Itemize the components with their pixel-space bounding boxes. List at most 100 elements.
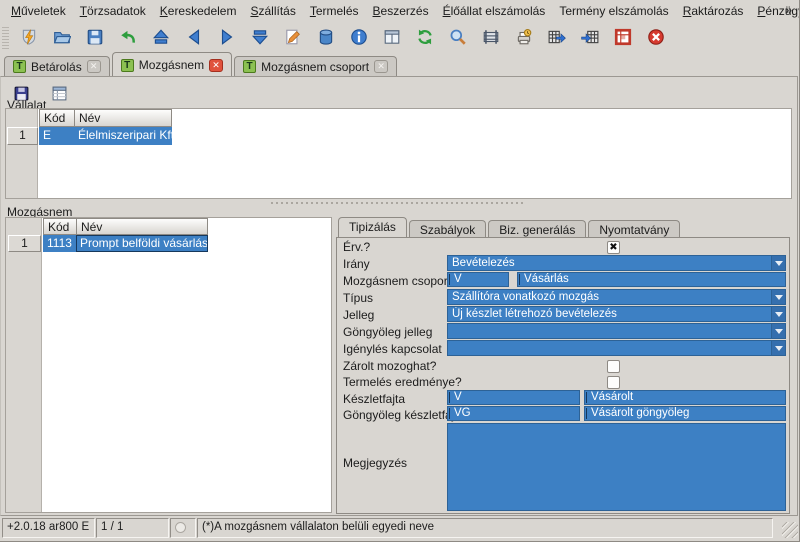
resize-grip[interactable] [782, 522, 798, 538]
open-icon[interactable] [49, 24, 75, 50]
previous-record-icon[interactable] [181, 24, 207, 50]
chevron-down-icon[interactable] [771, 290, 785, 304]
tipus-combobox[interactable]: Szállítóra vonatkozó mozgás [447, 289, 786, 305]
import-table-icon[interactable] [577, 24, 603, 50]
tab-close-icon[interactable]: ✕ [209, 59, 223, 72]
erv-checkbox[interactable]: ✖ [607, 241, 620, 254]
mozgasnem-csoport-label: Mozgásnem csoport [343, 274, 451, 288]
column-header-kod[interactable]: Kód [39, 109, 75, 127]
database-icon[interactable] [313, 24, 339, 50]
application-window: Műveletek Törzsadatok Kereskedelem Száll… [0, 0, 800, 542]
tab-mozgasnem[interactable]: T Mozgásnem ✕ [112, 52, 232, 76]
tipus-value: Szállítóra vonatkozó mozgás [452, 291, 599, 303]
tipizalas-panel: Érv.? ✖ Irány Bevételezés Mozgásnem csop… [336, 237, 790, 514]
edit-icon[interactable] [280, 24, 306, 50]
exit-icon[interactable] [643, 24, 669, 50]
keszletfajta-name-field[interactable]: Vásárolt [584, 390, 786, 405]
tab-type-icon: T [121, 59, 134, 72]
detail-tab-szabalyok[interactable]: Szabályok [409, 220, 486, 237]
termeles-eredmenye-checkbox[interactable] [607, 376, 620, 389]
chevron-down-icon[interactable] [771, 256, 785, 270]
jelleg-combobox[interactable]: Új készlet létrehozó bevételezés [447, 306, 786, 322]
toolbar-drag-handle[interactable] [2, 25, 9, 49]
gongyoleg-keszletfajta-code-field[interactable]: VG [447, 406, 580, 421]
detail-tab-nyomtatvany[interactable]: Nyomtatvány [588, 220, 680, 237]
refresh-icon[interactable] [412, 24, 438, 50]
chevron-down-icon[interactable] [771, 341, 785, 355]
save-icon[interactable] [82, 24, 108, 50]
movement-nev-cell[interactable]: Prompt belföldi vásárlás [76, 235, 208, 252]
row-number-cell[interactable]: 1 [8, 235, 41, 252]
record-position-box: 1 / 1 [96, 518, 169, 538]
menu-raktarozas[interactable]: Raktározás [676, 1, 751, 21]
tab-mozgasnem-csoport[interactable]: T Mozgásnem csoport ✕ [234, 56, 397, 76]
company-kod-cell[interactable]: E [39, 127, 75, 145]
row-header-gutter [6, 218, 42, 512]
menu-muveletek[interactable]: Műveletek [4, 1, 73, 21]
detail-tab-tipizalas[interactable]: Tipizálás [338, 217, 407, 237]
igenyles-kapcsolat-combobox[interactable] [447, 340, 786, 356]
status-message-box: (*)A mozgásnem vállalaton belüli egyedi … [197, 518, 773, 538]
menu-termeles[interactable]: Termelés [303, 1, 366, 21]
tab-type-icon: T [243, 60, 256, 73]
megjegyzes-textarea[interactable] [447, 423, 786, 511]
record-form-icon[interactable] [47, 81, 71, 105]
mozgasnem-csoport-code-field[interactable]: V [447, 272, 509, 287]
menu-eloallat-elszamolas[interactable]: Élőállat elszámolás [436, 1, 553, 21]
termeles-eredmenye-label: Termelés eredménye? [343, 375, 462, 389]
column-header-nev[interactable]: Név [74, 109, 172, 127]
gongyoleg-keszletfajta-name-field[interactable]: Vásárolt göngyöleg [584, 406, 786, 421]
movement-kod-cell[interactable]: 1113 [43, 235, 77, 252]
last-record-icon[interactable] [247, 24, 273, 50]
menu-overflow-chevron[interactable]: » [785, 3, 792, 17]
company-nev-cell[interactable]: Élelmiszeripari Kft. [74, 127, 172, 145]
tab-label: Mozgásnem csoport [261, 60, 369, 74]
info-icon[interactable] [346, 24, 372, 50]
window-grid-icon[interactable] [610, 24, 636, 50]
gongyoleg-jelleg-combobox[interactable] [447, 323, 786, 339]
menu-bar: Műveletek Törzsadatok Kereskedelem Száll… [0, 0, 800, 22]
document-tab-bar: T Betárolás ✕ T Mozgásnem ✕ T Mozgásnem … [0, 52, 800, 76]
igenyles-kapcsolat-label: Igénylés kapcsolat [343, 342, 442, 356]
menu-penzugy[interactable]: Pénzügy [750, 1, 800, 21]
irany-value: Bevételezés [452, 257, 515, 269]
tipus-label: Típus [343, 291, 373, 305]
gongyoleg-jelleg-label: Göngyöleg jelleg [343, 325, 432, 339]
tab-close-icon[interactable]: ✕ [374, 60, 388, 73]
tab-label: Mozgásnem [139, 58, 204, 72]
menu-torzsadatok[interactable]: Törzsadatok [73, 1, 153, 21]
menu-termeny-elszamolas[interactable]: Termény elszámolás [552, 1, 675, 21]
row-number-cell[interactable]: 1 [7, 127, 38, 145]
tab-betarolas[interactable]: T Betárolás ✕ [4, 56, 110, 76]
status-led-icon [175, 522, 186, 533]
tab-close-icon[interactable]: ✕ [87, 60, 101, 73]
first-record-icon[interactable] [148, 24, 174, 50]
table-frame-icon[interactable] [478, 24, 504, 50]
chevron-down-icon[interactable] [771, 307, 785, 321]
irany-combobox[interactable]: Bevételezés [447, 255, 786, 271]
columns-view-icon[interactable] [379, 24, 405, 50]
mozgasnem-csoport-name-field[interactable]: Vásárlás [517, 272, 786, 287]
company-table[interactable]: Kód Név 1 E Élelmiszeripari Kft. [5, 108, 792, 199]
undo-icon[interactable] [115, 24, 141, 50]
menu-beszerzes[interactable]: Beszerzés [366, 1, 436, 21]
horizontal-splitter-handle[interactable] [271, 201, 523, 204]
erv-label: Érv.? [343, 240, 370, 254]
search-icon[interactable] [445, 24, 471, 50]
menu-kereskedelem[interactable]: Kereskedelem [153, 1, 244, 21]
column-header-nev[interactable]: Név [76, 218, 208, 235]
column-header-kod[interactable]: Kód [43, 218, 77, 235]
status-led-box [170, 518, 196, 538]
print-queue-icon[interactable] [511, 24, 537, 50]
chevron-down-icon[interactable] [771, 324, 785, 338]
connect-icon[interactable] [16, 24, 42, 50]
menu-szallitas[interactable]: Szállítás [243, 1, 302, 21]
movement-table[interactable]: Kód Név 1 1113 Prompt belföldi vásárlás [5, 217, 332, 513]
keszletfajta-code-field[interactable]: V [447, 390, 580, 405]
keszletfajta-label: Készletfajta [343, 392, 405, 406]
irany-label: Irány [343, 257, 370, 271]
next-record-icon[interactable] [214, 24, 240, 50]
detail-tab-biz-generalas[interactable]: Biz. generálás [488, 220, 586, 237]
zarolt-mozoghat-checkbox[interactable] [607, 360, 620, 373]
export-table-icon[interactable] [544, 24, 570, 50]
